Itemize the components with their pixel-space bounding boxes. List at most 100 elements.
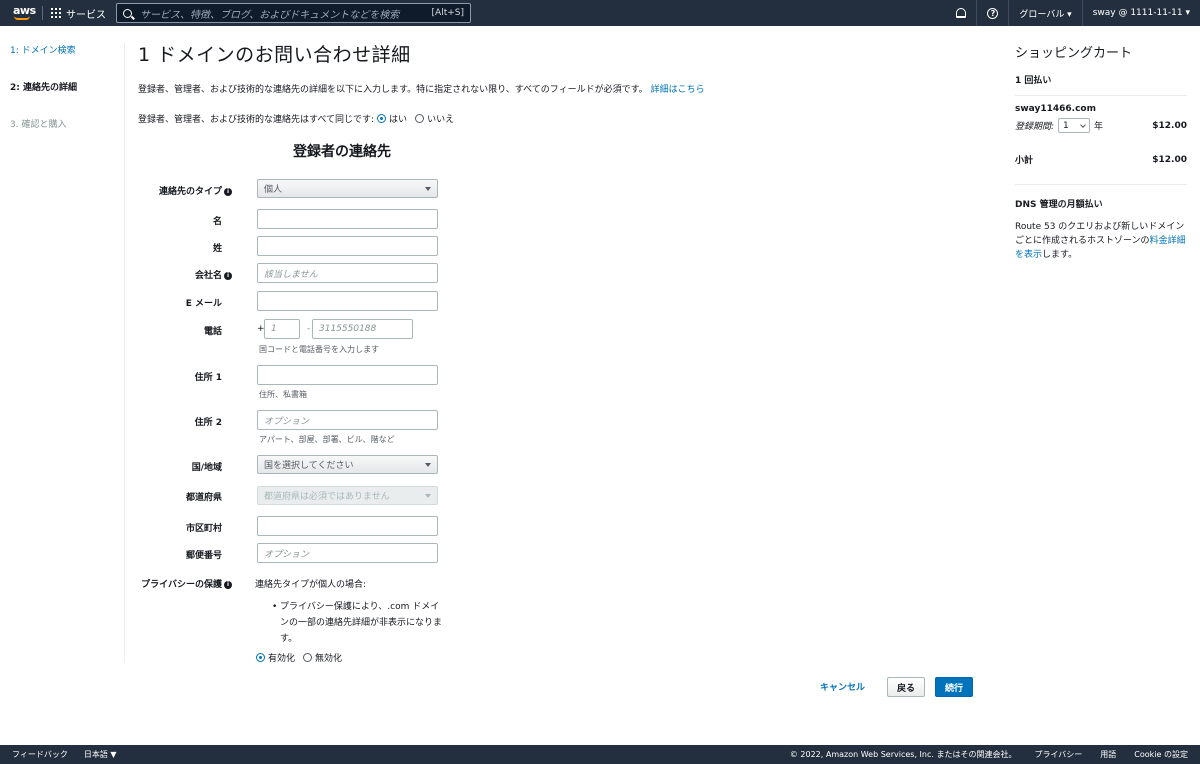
info-icon[interactable]: i <box>224 187 232 196</box>
yes-label: はい <box>389 115 408 125</box>
step-contact-details: 2: 連絡先の詳細 <box>10 83 77 93</box>
address2-hint: アパート、部屋、部署、ビル、階など <box>259 435 395 444</box>
help-button[interactable]: ? <box>976 0 1008 26</box>
privacy-disable-radio[interactable] <box>303 653 313 662</box>
copyright-text: © 2022, Amazon Web Services, Inc. またはその関… <box>789 750 1017 759</box>
services-label: サービス <box>66 9 106 21</box>
subtotal-price: $12.00 <box>1152 154 1187 165</box>
period-label: 登録期間: <box>1015 122 1055 132</box>
cookie-settings-link[interactable]: Cookie の設定 <box>1134 749 1188 760</box>
footer: フィードバック 日本語 ▼ © 2022, Amazon Web Service… <box>0 745 1200 764</box>
nav-divider <box>42 6 43 20</box>
company-placeholder: 該当しません <box>264 269 318 280</box>
region-label: グローバル ▾ <box>1019 9 1072 20</box>
privacy-protection-label: プライバシーの保護 i <box>138 577 232 590</box>
bullet-dot: • <box>272 602 278 612</box>
back-button[interactable]: 戻る <box>887 677 925 697</box>
first-name-label: 名 <box>212 217 222 227</box>
caret-down-icon <box>425 493 431 498</box>
search-icon <box>123 8 132 18</box>
aws-logo[interactable]: aws <box>0 0 40 26</box>
step-review-purchase: 3. 確認と購入 <box>10 120 67 130</box>
continue-button[interactable]: 続行 <box>935 677 973 697</box>
cart-divider <box>1015 184 1187 185</box>
wizard-steps: 1: ドメイン検索 2: 連絡先の詳細 3. 確認と購入 <box>10 43 77 154</box>
city-input[interactable] <box>257 516 438 536</box>
phone-number-placeholder: 3115550188 <box>319 324 377 334</box>
cancel-button[interactable]: キャンセル <box>820 680 865 693</box>
language-selector[interactable]: 日本語 ▼ <box>84 749 117 760</box>
cart-divider <box>1015 95 1187 96</box>
phone-country-placeholder: 1 <box>271 324 277 334</box>
phone-country-code-input[interactable]: 1 <box>264 319 300 339</box>
period-select[interactable]: 1 <box>1058 118 1091 133</box>
address1-input[interactable] <box>257 365 438 385</box>
zip-placeholder: オプション <box>264 549 310 560</box>
contact-type-select[interactable]: 個人 <box>257 179 438 198</box>
chevron-down-icon <box>1080 121 1086 128</box>
terms-link[interactable]: 用語 <box>1100 749 1116 760</box>
one-time-payment-heading: 1 回払い <box>1015 76 1052 86</box>
page-description: 登録者、管理者、および技術的な連絡先の詳細を以下に入力します。特に指定されない限… <box>138 82 988 95</box>
zip-input[interactable]: オプション <box>257 543 438 563</box>
dns-text-end: します。 <box>1042 250 1078 260</box>
period-value: 1 <box>1063 120 1069 131</box>
page-title: 1 ドメインのお問い合わせ詳細 <box>138 44 411 66</box>
address1-label: 住所 1 <box>194 373 222 383</box>
contact-type-label: 連絡先のタイプ i <box>150 184 232 197</box>
info-icon[interactable]: i <box>224 580 232 589</box>
period-unit: 年 <box>1094 122 1104 132</box>
enable-label: 有効化 <box>268 654 296 664</box>
aws-logo-smile-icon <box>14 16 30 20</box>
last-name-input[interactable] <box>257 236 438 256</box>
country-placeholder: 国を選択してください <box>264 461 354 471</box>
address1-hint: 住所、私書箱 <box>259 390 307 399</box>
phone-dash: - <box>307 324 311 334</box>
step-domain-search[interactable]: 1: ドメイン検索 <box>10 43 77 80</box>
address2-placeholder: オプション <box>264 416 310 427</box>
registration-period: 登録期間: 1 年 <box>1015 118 1103 133</box>
email-input[interactable] <box>257 291 438 311</box>
dns-description: Route 53 のクエリおよび新しいドメインごとに作成されるホストゾーンの料金… <box>1015 220 1187 262</box>
main-content: 1 ドメインのお問い合わせ詳細 登録者、管理者、および技術的な連絡先の詳細を以下… <box>138 40 988 125</box>
contact-type-label-text: 連絡先のタイプ <box>158 187 222 197</box>
registrant-contact-heading: 登録者の連絡先 <box>293 144 391 160</box>
address2-label: 住所 2 <box>194 418 222 428</box>
subtotal-label: 小計 <box>1015 156 1034 166</box>
grid-icon <box>51 8 61 18</box>
address2-input[interactable]: オプション <box>257 410 438 430</box>
same-contacts-yes-radio[interactable] <box>377 114 387 123</box>
privacy-bullet-text: プライバシー保護により、.com ドメインの一部の連絡先詳細が非表示になります。 <box>280 602 443 644</box>
same-contacts-no-radio[interactable] <box>415 114 425 123</box>
state-label: 都道府県 <box>185 493 222 503</box>
phone-label: 電話 <box>203 327 222 337</box>
country-label: 国/地域 <box>191 463 222 473</box>
country-select[interactable]: 国を選択してください <box>257 455 438 474</box>
phone-number-input[interactable]: 3115550188 <box>312 319 413 339</box>
details-link[interactable]: 詳細はこちら <box>651 85 705 95</box>
account-label: sway @ 1111-11-11 ▾ <box>1092 8 1190 18</box>
shopping-cart: ショッピングカート 1 回払い sway11466.com 登録期間: 1 年 … <box>1015 42 1187 262</box>
disable-label: 無効化 <box>315 654 343 664</box>
account-menu[interactable]: sway @ 1111-11-11 ▾ <box>1081 0 1200 26</box>
privacy-enable-radio[interactable] <box>256 653 265 662</box>
region-menu[interactable]: グローバル ▾ <box>1008 0 1081 26</box>
nav-right-group: ? グローバル ▾ sway @ 1111-11-11 ▾ <box>946 0 1200 26</box>
services-menu-button[interactable]: サービス <box>51 6 106 21</box>
same-contacts-label: 登録者、管理者、および技術的な連絡先はすべて同じです: <box>138 115 375 125</box>
domain-price: $12.00 <box>1152 120 1187 131</box>
feedback-link[interactable]: フィードバック <box>12 749 68 760</box>
privacy-link[interactable]: プライバシー <box>1034 749 1082 760</box>
state-select: 都道府県は必須ではありません <box>257 486 438 505</box>
vertical-divider <box>124 43 125 663</box>
info-icon[interactable]: i <box>224 271 232 280</box>
no-label: いいえ <box>427 115 455 125</box>
notifications-button[interactable] <box>946 0 976 26</box>
first-name-input[interactable] <box>257 209 438 229</box>
search-input[interactable]: サービス、特徴、ブログ、およびドキュメントなどを検索 [Alt+S] <box>116 3 471 23</box>
company-input[interactable]: 該当しません <box>257 263 438 283</box>
top-navigation: aws サービス サービス、特徴、ブログ、およびドキュメントなどを検索 [Alt… <box>0 0 1200 26</box>
footer-right: © 2022, Amazon Web Services, Inc. またはその関… <box>790 745 1200 764</box>
cart-domain-name: sway11466.com <box>1015 104 1096 114</box>
description-text: 登録者、管理者、および技術的な連絡先の詳細を以下に入力します。特に指定されない限… <box>138 85 648 95</box>
